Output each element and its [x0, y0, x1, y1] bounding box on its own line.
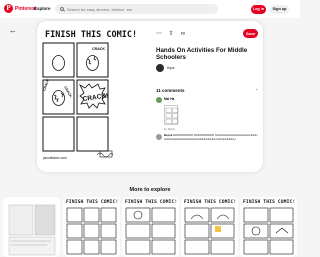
more-to-explore-heading: More to explore: [129, 187, 171, 193]
egg-2: [86, 55, 99, 71]
comic-illustration: FINISH THIS COMIC! CRACK CRACK CRACK CRA…: [42, 30, 137, 160]
related-pin-tile[interactable]: FINISH THIS COMIC!: [63, 197, 120, 257]
search-input[interactable]: Search for easy dinners, fashion, etc.: [55, 4, 218, 14]
comic-panel-1: [42, 42, 75, 78]
comic-panel-6: [76, 116, 109, 152]
more-options-icon[interactable]: ⋯: [156, 31, 162, 37]
comic-footer-site: jaconfwlonn.com: [42, 156, 67, 160]
explore-link[interactable]: Explore: [34, 6, 51, 11]
comment-photo-image: [165, 107, 179, 124]
avatar: [156, 134, 162, 140]
egg-1: [52, 55, 65, 71]
signature-doodle: [96, 150, 114, 158]
comic-panel-5: [42, 116, 75, 152]
related-pin-tile[interactable]: FINISH THIS COMIC!: [240, 197, 297, 257]
panel-label-crack-big: CRACK!: [82, 92, 108, 103]
share-icon[interactable]: ⇧: [168, 31, 174, 37]
pin-title: Hands On Activities For Middle Schoolers: [156, 47, 248, 61]
related-pin-image: [66, 207, 117, 255]
pin-details: ⋯ ⇧ ∞ Save Hands On Activities For Middl…: [156, 21, 263, 172]
related-pin-tile[interactable]: FINISH THIS COMIC!: [122, 197, 179, 257]
panel-label-crack-1: CRACK: [92, 47, 105, 51]
pin-image[interactable]: FINISH THIS COMIC! CRACK CRACK CRACK CRA…: [37, 21, 152, 172]
related-pin-tile[interactable]: FINISH THIS COMIC!: [181, 197, 238, 257]
link-icon[interactable]: ∞: [180, 31, 186, 37]
pin-actions: ⋯ ⇧ ∞: [156, 31, 186, 37]
search-icon: [60, 7, 64, 11]
egg-3: [52, 90, 65, 106]
comment-photo[interactable]: [164, 105, 179, 125]
pinterest-logo[interactable]: P Pinterest: [4, 4, 36, 13]
related-pin-tile[interactable]: [3, 197, 60, 257]
pin-author[interactable]: Kyra: [156, 64, 174, 72]
related-pin-image: [184, 207, 235, 255]
comic-heading: FINISH THIS COMIC!: [45, 30, 137, 40]
login-button[interactable]: Log in: [251, 5, 266, 14]
comment-text: EDDDDDDDDD DDDDDDDDDD HNHHHHHHHHHHHHHHHH…: [164, 133, 258, 141]
top-nav: P Pinterest Explore Search for easy dinn…: [0, 0, 300, 18]
author-name: Kyra: [167, 66, 175, 70]
signup-button[interactable]: Sign up: [270, 5, 289, 14]
pinterest-logo-icon: P: [4, 4, 13, 13]
related-pin-image: [8, 204, 56, 256]
comment-body: Bepsk EDDDDDDDDD DDDDDDDDDD HNHHHHHHHHHH…: [164, 133, 259, 141]
comment-meta[interactable]: 2y Reply: [164, 127, 175, 131]
comments-heading: 11 comments: [156, 88, 185, 93]
pin-closeup-card: FINISH THIS COMIC! CRACK CRACK CRACK CRA…: [37, 21, 263, 172]
avatar: [156, 97, 162, 103]
comment-item: Mai Ha: [156, 97, 174, 103]
related-pins-grid: FINISH THIS COMIC! FINISH THIS COMIC! FI…: [0, 197, 300, 257]
related-pin-image: [125, 207, 176, 255]
related-pin-image: [243, 207, 294, 255]
search-placeholder: Search for easy dinners, fashion, etc.: [67, 6, 134, 12]
avatar: [156, 64, 164, 72]
commenter-name[interactable]: Mai Ha: [164, 97, 174, 103]
back-arrow-icon[interactable]: ←: [9, 26, 18, 35]
comment-item: Bepsk EDDDDDDDDD DDDDDDDDDD HNHHHHHHHHHH…: [156, 133, 259, 141]
chevron-up-icon[interactable]: ⌃: [255, 88, 258, 93]
save-button[interactable]: Save: [243, 29, 258, 38]
